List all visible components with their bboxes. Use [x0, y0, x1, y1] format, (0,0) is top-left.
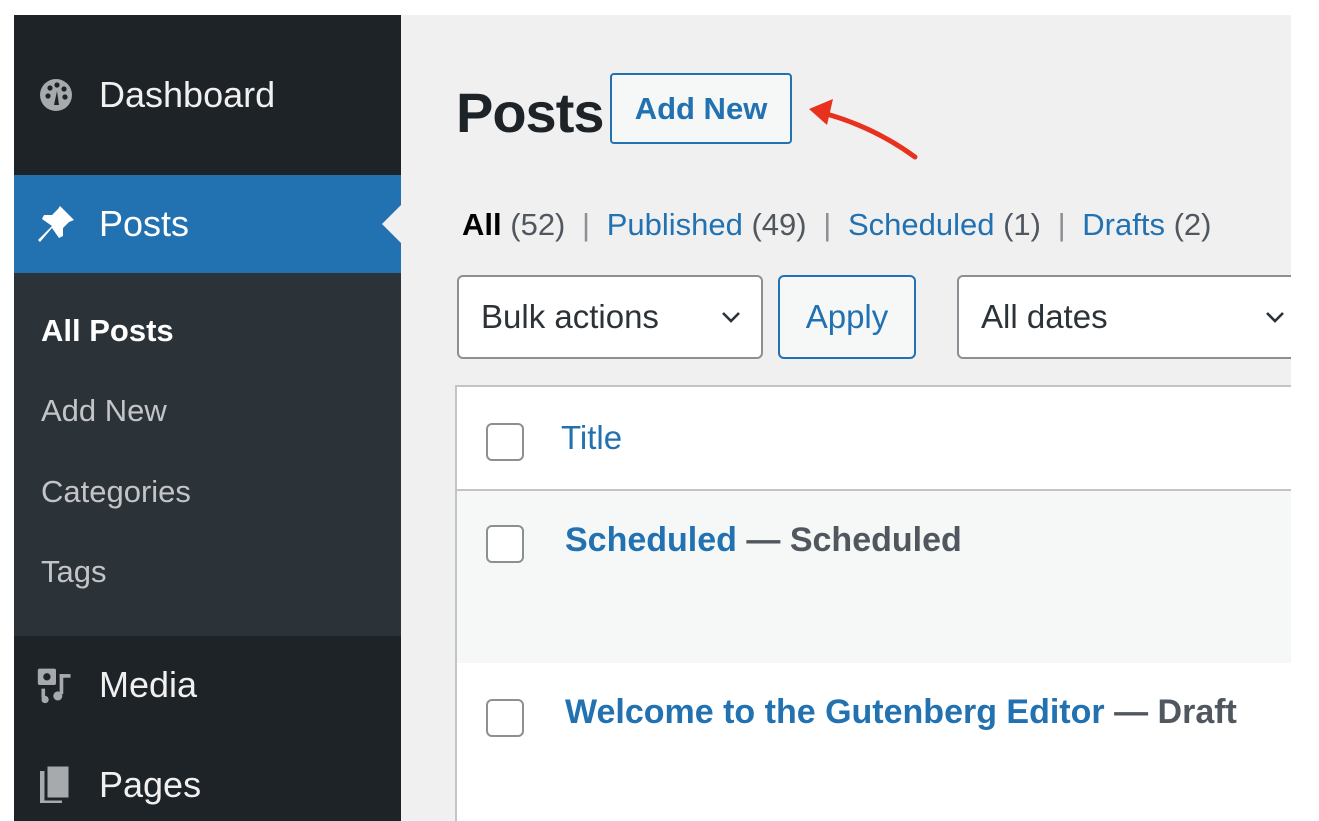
date-filter-value: All dates — [981, 298, 1108, 335]
select-all-checkbox[interactable] — [486, 423, 524, 461]
dashboard-gauge-icon — [36, 75, 76, 115]
chevron-down-icon — [722, 312, 740, 323]
row-checkbox[interactable] — [486, 699, 524, 737]
filter-separator: | — [823, 207, 832, 242]
chevron-down-icon — [1266, 312, 1284, 323]
media-icon — [36, 665, 76, 705]
filter-all-count: (52) — [510, 207, 566, 242]
add-new-post-button[interactable]: Add New — [610, 73, 792, 144]
filter-published[interactable]: Published — [607, 207, 743, 242]
filter-scheduled[interactable]: Scheduled — [848, 207, 995, 242]
post-state: — Scheduled — [746, 521, 962, 559]
menu-item-media[interactable]: Media — [14, 645, 401, 725]
bulk-actions-select[interactable]: Bulk actions — [457, 275, 763, 359]
admin-sidebar: Dashboard Posts All Posts Add New Catego… — [14, 15, 401, 821]
column-title-sort[interactable]: Title — [561, 419, 622, 457]
post-title: Scheduled — Scheduled — [565, 521, 962, 560]
pages-icon — [36, 763, 76, 805]
submenu-categories[interactable]: Categories — [41, 474, 191, 510]
filter-scheduled-count: (1) — [1003, 207, 1041, 242]
annotation-arrow-icon — [809, 99, 918, 160]
filter-drafts[interactable]: Drafts — [1082, 207, 1165, 242]
menu-label-pages: Pages — [99, 764, 202, 805]
submenu-add-new[interactable]: Add New — [41, 393, 167, 429]
pushpin-icon — [36, 204, 76, 244]
filter-drafts-count: (2) — [1173, 207, 1212, 242]
apply-button[interactable]: Apply — [778, 275, 916, 359]
table-row: Welcome to the Gutenberg Editor — Draft — [457, 663, 1291, 821]
table-header: Title — [457, 387, 1291, 491]
row-checkbox[interactable] — [486, 525, 524, 563]
filter-separator: | — [1057, 207, 1066, 242]
menu-item-dashboard[interactable]: Dashboard — [14, 55, 401, 135]
menu-item-pages[interactable]: Pages — [14, 745, 401, 821]
posts-submenu: All Posts Add New Categories Tags — [14, 273, 401, 636]
date-filter-select[interactable]: All dates — [957, 275, 1291, 359]
menu-item-posts[interactable]: Posts — [14, 175, 401, 273]
post-title-link[interactable]: Scheduled — [565, 521, 737, 559]
table-row: Scheduled — Scheduled — [457, 491, 1291, 663]
filter-published-count: (49) — [751, 207, 807, 242]
post-state: — Draft — [1114, 693, 1237, 731]
page-title: Posts — [456, 81, 604, 144]
posts-screen: Posts Add New All (52) | Published (49) … — [401, 15, 1291, 821]
bulk-actions-value: Bulk actions — [481, 298, 659, 335]
menu-label-dashboard: Dashboard — [99, 74, 276, 115]
current-menu-pointer — [382, 205, 401, 243]
submenu-tags[interactable]: Tags — [41, 554, 106, 590]
post-title-link[interactable]: Welcome to the Gutenberg Editor — [565, 693, 1105, 731]
post-title: Welcome to the Gutenberg Editor — Draft — [565, 693, 1237, 732]
post-status-filters: All (52) | Published (49) | Scheduled (1… — [462, 207, 1211, 243]
menu-label-posts: Posts — [99, 203, 190, 244]
submenu-all-posts[interactable]: All Posts — [41, 313, 174, 349]
menu-label-media: Media — [99, 664, 198, 705]
posts-table: Title Scheduled — Scheduled Welcome to t… — [455, 385, 1291, 821]
filter-separator: | — [582, 207, 591, 242]
filter-all[interactable]: All — [462, 207, 502, 242]
